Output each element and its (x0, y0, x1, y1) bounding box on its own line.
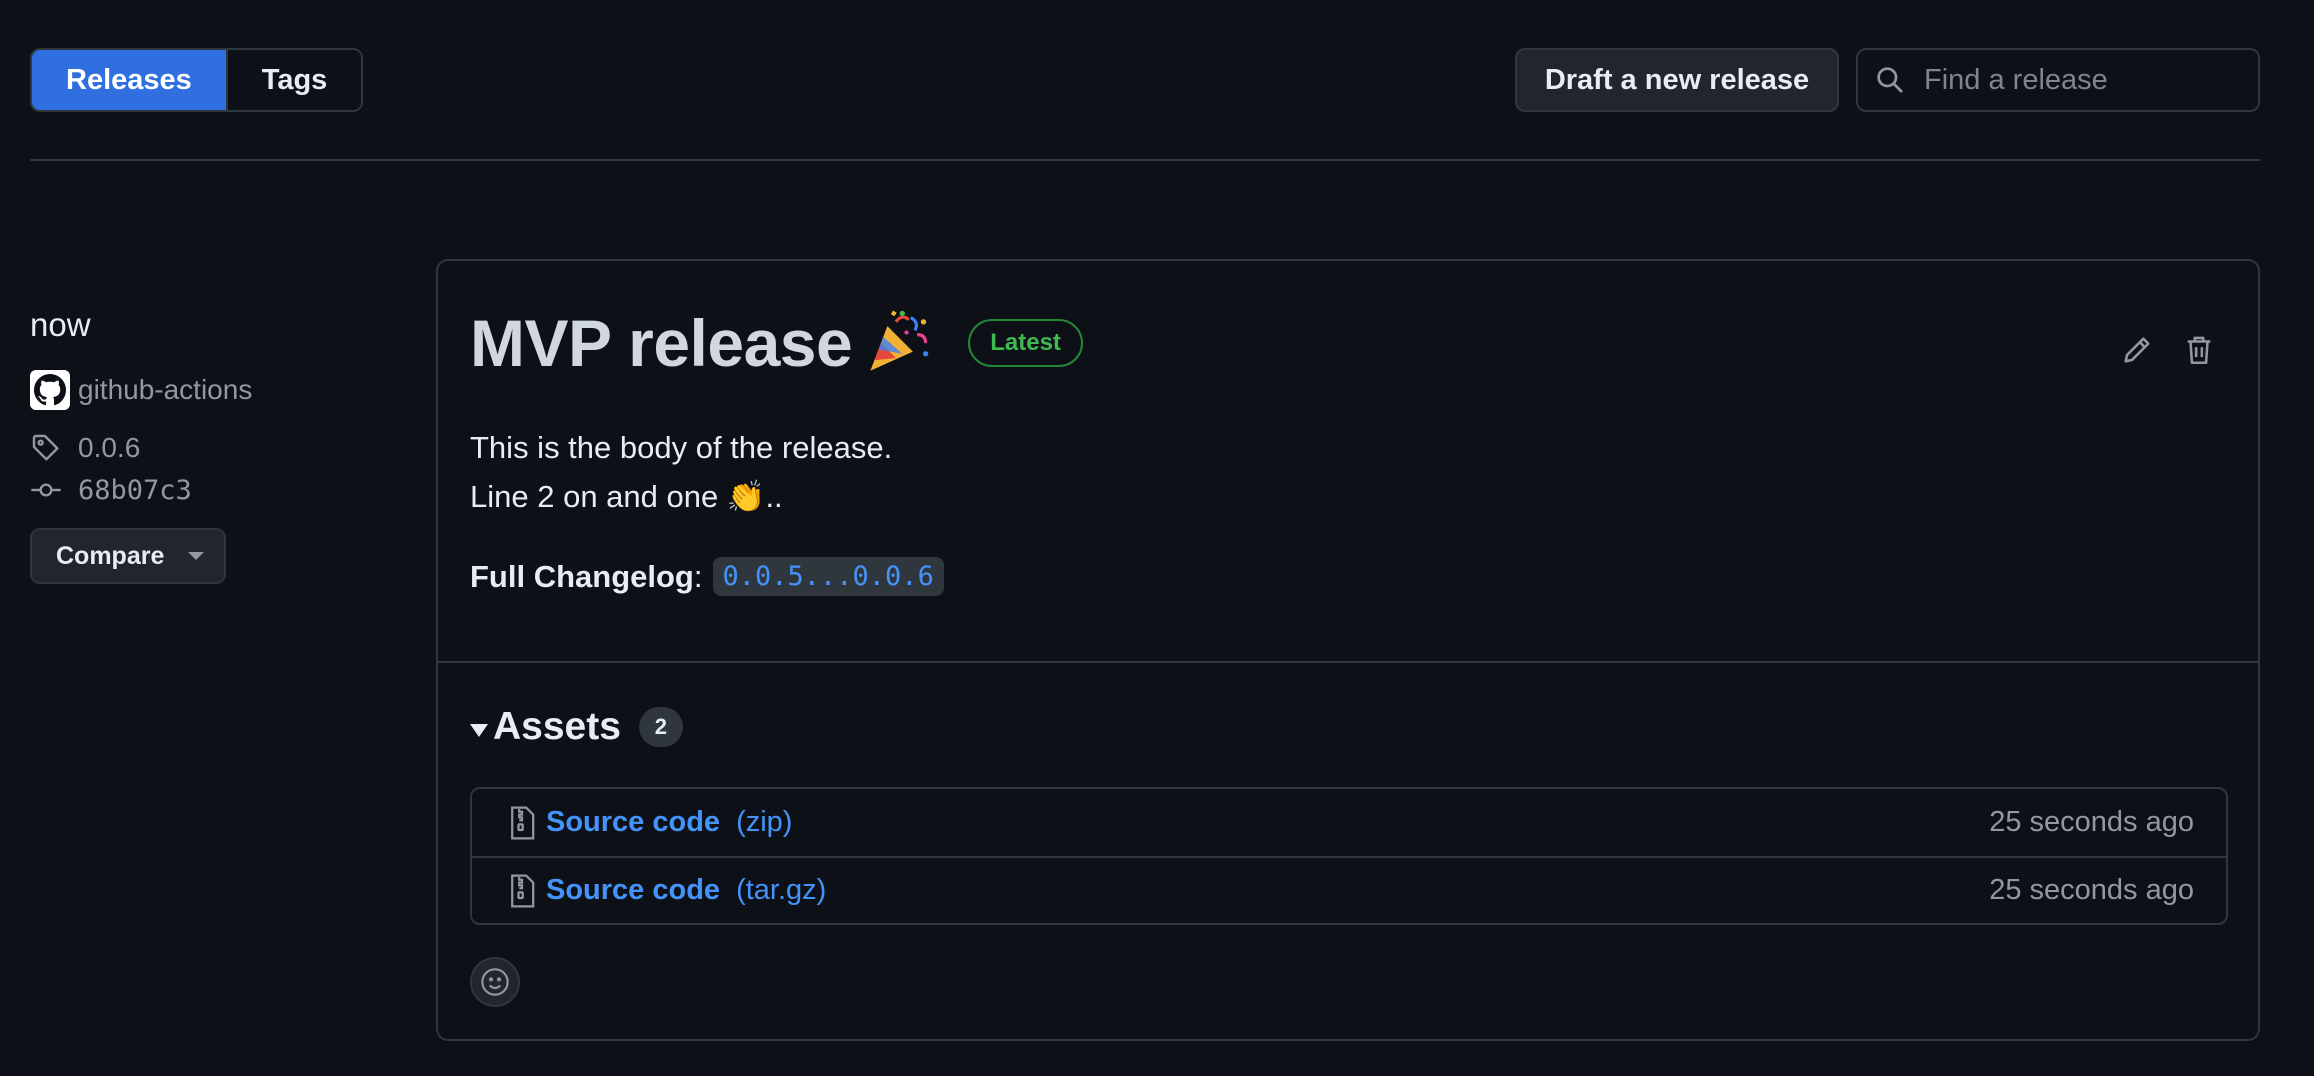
full-changelog: Full Changelog: 0.0.5...0.0.6 (470, 557, 944, 596)
triangle-down-icon (470, 723, 488, 737)
tag-name[interactable]: 0.0.6 (78, 432, 140, 464)
draft-new-release-button[interactable]: Draft a new release (1515, 48, 1839, 112)
smiley-icon (481, 968, 509, 996)
party-popper-icon (864, 307, 932, 380)
asset-row[interactable]: Source code (zip) 25 seconds ago (472, 789, 2226, 856)
asset-name[interactable]: Source code (546, 806, 720, 839)
compare-label: Compare (56, 541, 165, 570)
search-input[interactable] (1924, 63, 2244, 97)
release-notes-line: Line 2 on and one 👏.. (470, 479, 783, 514)
release-notes: This is the body of the release. Line 2 … (470, 423, 892, 521)
release-time: now (30, 306, 91, 343)
assets-toggle[interactable]: Assets 2 (470, 705, 683, 749)
releases-tags-switcher: Releases Tags (30, 48, 364, 112)
add-reaction-button[interactable] (470, 957, 520, 1007)
release-author[interactable]: github-actions (30, 370, 410, 410)
asset-row[interactable]: Source code (tar.gz) 25 seconds ago (472, 856, 2226, 923)
find-release-search[interactable] (1856, 48, 2260, 112)
assets-divider (438, 661, 2258, 663)
release-sidebar: now github-actions 0.0.6 68b07c3 Compare (30, 306, 410, 584)
assets-title[interactable]: Assets (493, 705, 621, 749)
top-toolbar: Releases Tags Draft a new release (30, 48, 2260, 112)
header-divider (30, 159, 2260, 161)
asset-name[interactable]: Source code (546, 874, 720, 907)
changelog-compare-link[interactable]: 0.0.5...0.0.6 (712, 557, 944, 596)
release-actions (2120, 333, 2216, 372)
tab-releases[interactable]: Releases (32, 50, 226, 110)
release-title[interactable]: MVP release (470, 305, 853, 381)
search-icon (1877, 67, 1903, 93)
release-commit[interactable]: 68b07c3 (30, 474, 410, 506)
github-avatar-icon (30, 370, 70, 410)
commit-sha[interactable]: 68b07c3 (78, 475, 192, 506)
compare-dropdown[interactable]: Compare (30, 528, 226, 584)
commit-icon (30, 474, 64, 506)
changelog-label: Full Changelog (470, 558, 694, 594)
assets-count-badge: 2 (638, 707, 683, 747)
edit-pencil-icon[interactable] (2120, 333, 2154, 372)
changelog-colon: : (693, 558, 703, 594)
asset-time: 25 seconds ago (1989, 806, 2194, 838)
delete-trash-icon[interactable] (2182, 333, 2216, 372)
author-name[interactable]: github-actions (78, 374, 252, 406)
file-zip-icon (511, 805, 535, 840)
asset-time: 25 seconds ago (1989, 874, 2194, 906)
release-tag[interactable]: 0.0.6 (30, 432, 410, 464)
tag-icon (30, 432, 64, 464)
asset-format[interactable]: (tar.gz) (736, 874, 826, 907)
latest-badge: Latest (968, 319, 1083, 367)
release-header: MVP release Latest (470, 305, 1083, 381)
release-card: MVP release Latest This is the body of t… (436, 259, 2260, 1041)
asset-format[interactable]: (zip) (736, 806, 792, 839)
release-notes-line: This is the body of the release. (470, 430, 893, 465)
file-zip-icon (511, 873, 535, 908)
tab-tags[interactable]: Tags (225, 50, 362, 110)
assets-list: Source code (zip) 25 seconds ago Source … (470, 787, 2228, 925)
caret-down-icon (188, 552, 205, 560)
